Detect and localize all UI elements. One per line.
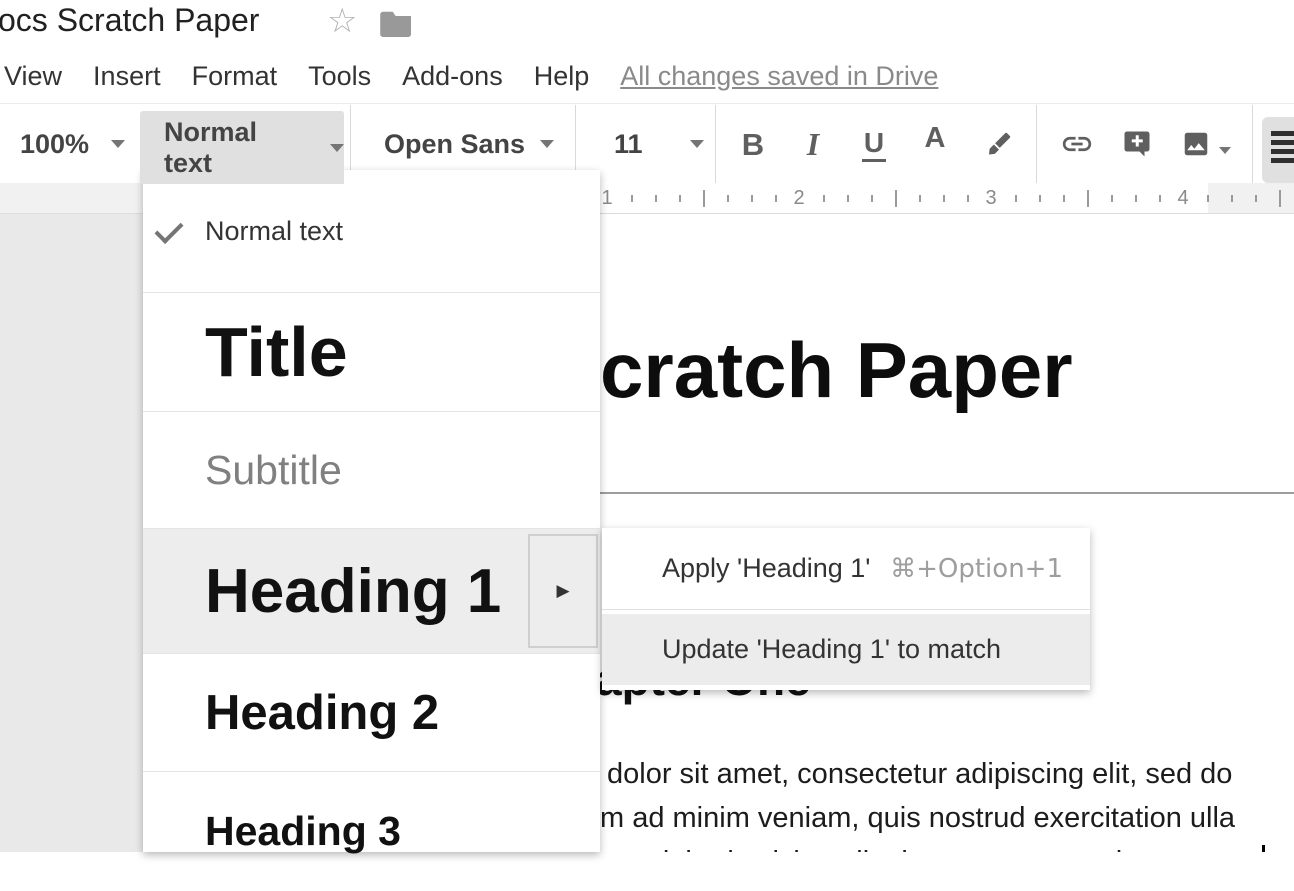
menu-help[interactable]: Help [534, 61, 590, 92]
style-option-label: Normal text [205, 216, 343, 247]
menubar: View Insert Format Tools Add-ons Help Al… [4, 56, 938, 96]
paint-format-button[interactable] [977, 120, 1021, 168]
paragraph-style-select[interactable]: Normal text [140, 111, 344, 184]
align-left-button[interactable] [1262, 117, 1294, 183]
submenu-arrow-icon: ▶ [556, 581, 569, 601]
italic-icon: I [807, 129, 819, 160]
comment-icon [1122, 129, 1152, 159]
folder-icon[interactable] [380, 9, 414, 42]
zoom-value: 100% [20, 129, 89, 160]
paragraph-style-menu: Normal text Title Subtitle Heading 1 ▶ H… [143, 170, 600, 852]
text-cursor [1262, 845, 1265, 852]
font-family-value: Open Sans [384, 129, 525, 160]
align-left-icon [1271, 131, 1294, 167]
style-option-label: Heading 1 [205, 556, 501, 627]
italic-button[interactable]: I [791, 120, 835, 168]
chevron-down-icon [540, 140, 554, 148]
font-size-select[interactable]: 11 [614, 104, 704, 184]
body-text-line[interactable]: dolor sit amet, consectetur adipiscing e… [607, 752, 1232, 796]
menu-insert[interactable]: Insert [93, 61, 161, 92]
ruler-number: 4 [1177, 187, 1188, 210]
style-option-heading3[interactable]: Heading 3 [143, 771, 600, 891]
menu-format[interactable]: Format [192, 61, 278, 92]
insert-link-button[interactable] [1055, 120, 1099, 168]
ruler-number: 1 [601, 187, 612, 210]
style-option-label: Title [205, 312, 348, 392]
style-option-normal-text[interactable]: Normal text [143, 170, 600, 292]
underline-button[interactable]: U [852, 120, 896, 168]
body-text-line[interactable]: mco laboris nisi ut aliquip ex ea commod… [600, 840, 1193, 852]
style-option-heading2[interactable]: Heading 2 [143, 653, 600, 771]
image-icon [1181, 129, 1211, 159]
text-color-button[interactable]: A [913, 114, 957, 162]
body-text-line[interactable]: m ad minim veniam, quis nostrud exercita… [600, 796, 1235, 840]
heading1-submenu-toggle[interactable]: ▶ [528, 534, 598, 648]
toolbar-divider [715, 105, 716, 184]
apply-heading1-item[interactable]: Apply 'Heading 1' ⌘+Option+1 [602, 528, 1090, 610]
menu-addons[interactable]: Add-ons [402, 61, 503, 92]
chevron-down-icon [690, 140, 704, 148]
paragraph-style-value: Normal text [164, 117, 308, 179]
paint-format-icon [984, 129, 1014, 159]
chevron-down-icon [1219, 147, 1231, 154]
heading1-submenu: Apply 'Heading 1' ⌘+Option+1 Update 'Hea… [602, 528, 1090, 690]
image-dropdown[interactable] [1219, 141, 1231, 159]
chevron-down-icon [330, 144, 344, 152]
zoom-select[interactable]: 100% [20, 104, 125, 184]
star-icon[interactable]: ☆ [327, 4, 357, 38]
toolbar-divider [1036, 105, 1037, 184]
update-heading1-label: Update 'Heading 1' to match [662, 634, 1001, 665]
text-color-icon: A [925, 124, 946, 153]
font-size-value: 11 [614, 129, 643, 160]
save-status-link[interactable]: All changes saved in Drive [620, 61, 938, 92]
toolbar: 100% Normal text Open Sans 11 B I U A [0, 103, 1294, 184]
menu-tools[interactable]: Tools [308, 61, 371, 92]
style-option-label: Heading 3 [205, 808, 401, 855]
toolbar-divider [1252, 105, 1253, 184]
bold-button[interactable]: B [731, 120, 775, 168]
insert-image-button[interactable] [1174, 120, 1218, 168]
ruler-number: 2 [793, 187, 804, 210]
link-icon [1060, 127, 1094, 161]
apply-heading1-shortcut: ⌘+Option+1 [890, 554, 1063, 584]
document-heading-title[interactable]: cratch Paper [600, 325, 1073, 416]
bold-icon: B [742, 129, 764, 160]
document-title[interactable]: ocs Scratch Paper [0, 2, 259, 39]
checkmark-icon [155, 215, 184, 244]
apply-heading1-label: Apply 'Heading 1' [662, 553, 870, 584]
menu-view[interactable]: View [4, 61, 62, 92]
update-heading1-item[interactable]: Update 'Heading 1' to match [602, 614, 1090, 685]
underline-icon: U [862, 127, 886, 162]
ruler-number: 3 [985, 187, 996, 210]
style-option-title[interactable]: Title [143, 292, 600, 411]
chevron-down-icon [111, 140, 125, 148]
insert-comment-button[interactable] [1115, 120, 1159, 168]
topbar: ocs Scratch Paper ☆ View Insert Format T… [0, 0, 1294, 103]
style-option-label: Subtitle [205, 447, 342, 494]
horizontal-rule [600, 492, 1294, 494]
style-option-subtitle[interactable]: Subtitle [143, 411, 600, 528]
style-option-label: Heading 2 [205, 685, 439, 741]
style-option-heading1[interactable]: Heading 1 ▶ [143, 528, 600, 653]
